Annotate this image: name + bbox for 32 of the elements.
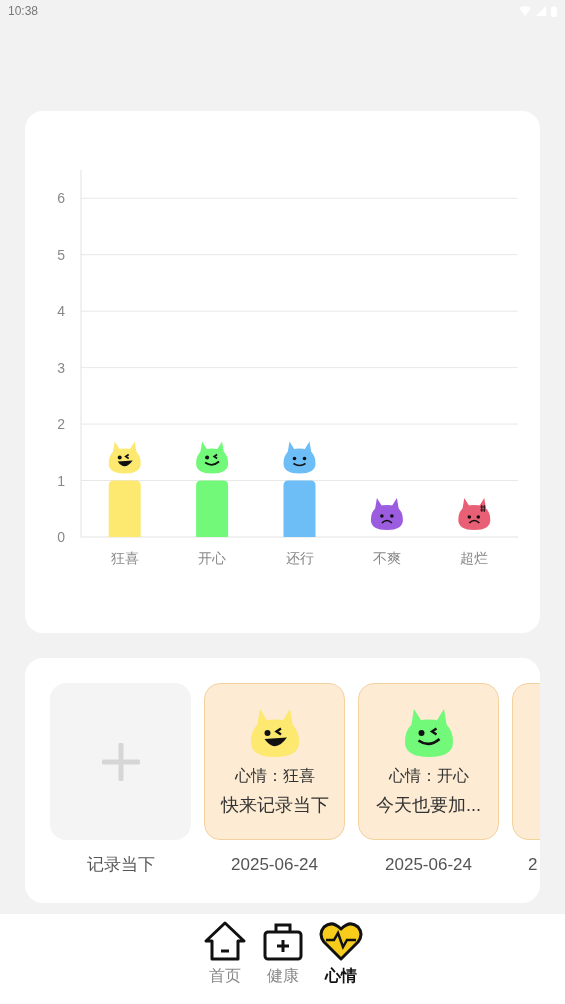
x-category-label: 超烂 [460, 550, 489, 566]
status-time: 10:38 [8, 3, 39, 20]
y-tick-label: 6 [57, 190, 65, 207]
x-category-label: 不爽 [372, 550, 401, 566]
x-category-label: 狂喜 [110, 550, 139, 566]
nav-tab[interactable]: 心情 [318, 920, 363, 1004]
nav-tab[interactable]: 首页 [202, 920, 247, 1004]
mood-record-card[interactable]: 心情：狂喜 快来记录当下 [204, 683, 345, 840]
y-tick-label: 4 [57, 303, 65, 320]
y-tick-label: 1 [57, 472, 65, 489]
bar [108, 480, 141, 537]
mood-note: 快来记录当下 [220, 794, 329, 817]
mood-record-card[interactable]: 心情：开心 今天也要加... [358, 683, 499, 840]
add-record-caption: 记录当下 [86, 854, 155, 876]
heartbeat-icon [318, 920, 363, 962]
record-date: 2 [528, 854, 538, 876]
y-tick-label: 5 [57, 246, 65, 263]
y-tick-label: 3 [57, 359, 65, 376]
record-date: 2025-06-24 [385, 854, 472, 876]
x-category-label: 还行 [285, 550, 314, 566]
add-record-button[interactable] [50, 683, 191, 840]
nav-tab[interactable]: 健康 [260, 920, 305, 1004]
y-tick-label: 2 [57, 416, 65, 433]
mood-label: 心情：狂喜 [234, 766, 315, 786]
mood-label: 心情：开心 [388, 766, 469, 786]
y-tick-label: 0 [57, 529, 65, 545]
mood-note: 今天也要加... [376, 794, 481, 817]
x-category-label: 开心 [198, 550, 227, 566]
plus-icon [101, 742, 140, 781]
record-date: 2025-06-24 [231, 854, 318, 876]
bar [196, 480, 229, 537]
bar [283, 480, 316, 537]
